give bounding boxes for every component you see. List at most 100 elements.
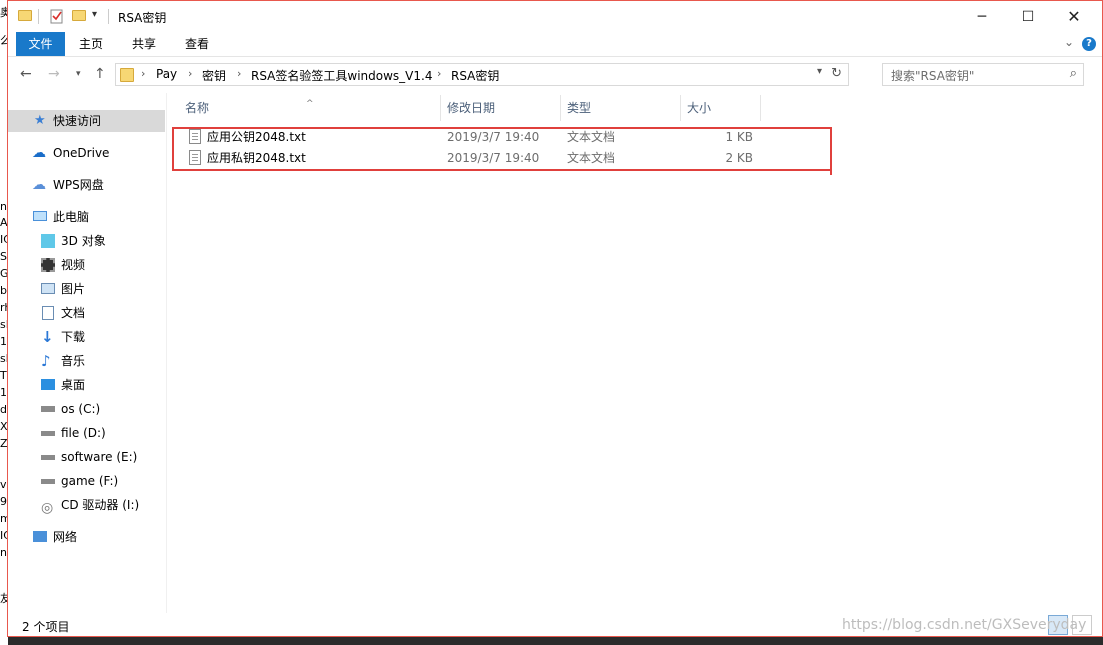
cd-icon: ◎: [41, 500, 54, 516]
chevron-down-icon[interactable]: ⌄: [1064, 35, 1074, 49]
file-list: ^ 名称 修改日期 类型 大小 应用公钥2048.txt 2019/3/7 19…: [168, 93, 1102, 613]
refresh-icon[interactable]: ↻: [831, 66, 842, 81]
nav-desktop[interactable]: 桌面: [8, 374, 165, 396]
column-header-size[interactable]: 大小: [681, 95, 761, 121]
file-name: 应用公钥2048.txt: [207, 130, 306, 144]
divider: [38, 9, 39, 24]
film-icon: [41, 258, 55, 272]
nav-drive-c[interactable]: os (C:): [8, 398, 165, 420]
chevron-right-icon: ›: [437, 67, 442, 80]
breadcrumb-rsa-keys[interactable]: RSA密钥: [451, 67, 499, 84]
properties-icon[interactable]: [50, 9, 64, 24]
breadcrumb-pay[interactable]: Pay: [156, 67, 177, 81]
file-name: 应用私钥2048.txt: [207, 151, 306, 165]
maximize-button[interactable]: ☐: [1005, 1, 1051, 32]
nav-label: 此电脑: [53, 210, 90, 224]
address-bar[interactable]: › Pay › 密钥 › RSA签名验签工具windows_V1.4 › RSA…: [115, 63, 849, 86]
nav-label: 文档: [61, 306, 86, 320]
file-type: 文本文档: [567, 151, 616, 165]
nav-label: CD 驱动器 (I:): [61, 498, 140, 512]
background-char: 9: [0, 495, 7, 508]
nav-this-pc[interactable]: 此电脑: [8, 206, 165, 228]
ribbon: 文件 主页 共享 查看 ⌄ ?: [8, 32, 1102, 57]
nav-label: 快速访问: [53, 114, 102, 128]
column-label: 名称: [185, 101, 210, 115]
nav-downloads[interactable]: ↓ 下载: [8, 326, 165, 348]
nav-onedrive[interactable]: ☁ OneDrive: [8, 142, 165, 164]
close-button[interactable]: ✕: [1051, 1, 1097, 32]
nav-quick-access[interactable]: ★ 快速访问: [8, 110, 165, 132]
sort-up-icon: ^: [306, 99, 314, 109]
nav-pictures[interactable]: 图片: [8, 278, 165, 300]
nav-drive-f[interactable]: game (F:): [8, 470, 165, 492]
background-char: d: [0, 403, 7, 416]
nav-cd-drive[interactable]: ◎ CD 驱动器 (I:): [8, 494, 165, 516]
music-icon: ♪: [41, 352, 51, 370]
customize-quick-access-icon[interactable]: ▾: [92, 9, 106, 23]
desktop-icon: [41, 379, 55, 390]
tab-share[interactable]: 共享: [124, 32, 164, 56]
chevron-right-icon: ›: [188, 67, 193, 80]
chevron-right-icon: ›: [237, 67, 242, 80]
column-header-name[interactable]: ^ 名称: [168, 95, 441, 121]
tab-view[interactable]: 查看: [177, 32, 217, 56]
nav-label: 图片: [61, 282, 86, 296]
folder-icon: [18, 10, 32, 21]
drive-icon: [41, 406, 55, 412]
column-header-modified[interactable]: 修改日期: [441, 95, 561, 121]
nav-wps[interactable]: ☁ WPS网盘: [8, 174, 165, 196]
nav-label: 音乐: [61, 354, 86, 368]
column-label: 类型: [567, 101, 592, 115]
search-icon: ⌕: [1069, 66, 1077, 81]
file-modified: 2019/3/7 19:40: [447, 151, 540, 165]
breadcrumb-keys[interactable]: 密钥: [202, 67, 226, 84]
table-row[interactable]: 应用公钥2048.txt 2019/3/7 19:40 文本文档 1 KB: [185, 127, 785, 148]
cloud-drive-icon: ☁: [32, 177, 46, 193]
drive-icon: [41, 479, 55, 484]
nav-network[interactable]: 网络: [8, 526, 165, 548]
divider: [108, 9, 109, 24]
chevron-down-icon[interactable]: ▾: [817, 66, 822, 77]
minimize-button[interactable]: ─: [959, 1, 1005, 32]
file-type: 文本文档: [567, 130, 616, 144]
nav-3d-objects[interactable]: 3D 对象: [8, 230, 165, 252]
tab-file[interactable]: 文件: [16, 32, 65, 56]
nav-label: game (F:): [61, 474, 119, 488]
folder-icon: [120, 68, 134, 82]
nav-label: WPS网盘: [53, 178, 104, 192]
breadcrumb-rsa-tool[interactable]: RSA签名验签工具windows_V1.4: [251, 67, 432, 84]
nav-label: 桌面: [61, 378, 86, 392]
up-icon[interactable]: ↑: [94, 66, 106, 82]
nav-videos[interactable]: 视频: [8, 254, 165, 276]
column-header-type[interactable]: 类型: [561, 95, 681, 121]
file-size: 1 KB: [725, 130, 753, 144]
back-icon[interactable]: ←: [20, 66, 32, 82]
forward-icon[interactable]: →: [48, 66, 60, 82]
table-row[interactable]: 应用私钥2048.txt 2019/3/7 19:40 文本文档 2 KB: [185, 148, 785, 169]
search-box[interactable]: 搜索"RSA密钥" ⌕: [882, 63, 1084, 86]
navigation-bar: ← → ▾ ↑ › Pay › 密钥 › RSA签名验签工具windows_V1…: [8, 57, 1102, 93]
item-count: 2 个项目: [22, 620, 70, 634]
picture-icon: [41, 283, 55, 294]
nav-music[interactable]: ♪ 音乐: [8, 350, 165, 372]
help-icon[interactable]: ?: [1082, 37, 1096, 51]
document-icon: [42, 306, 54, 320]
nav-drive-d[interactable]: file (D:): [8, 422, 165, 444]
background-char: 1: [0, 386, 7, 399]
nav-documents[interactable]: 文档: [8, 302, 165, 324]
network-icon: [33, 531, 47, 542]
recent-locations-icon[interactable]: ▾: [76, 69, 81, 79]
explorer-window: ▾ RSA密钥 ─ ☐ ✕ 文件 主页 共享 查看 ⌄ ? ← → ▾ ↑ › …: [7, 0, 1103, 637]
nav-drive-e[interactable]: software (E:): [8, 446, 165, 468]
title-bar: ▾ RSA密钥 ─ ☐ ✕: [8, 1, 1102, 32]
tab-home[interactable]: 主页: [71, 32, 111, 56]
new-folder-icon[interactable]: [72, 10, 86, 21]
nav-label: 3D 对象: [61, 234, 106, 248]
search-input[interactable]: 搜索"RSA密钥": [891, 67, 974, 84]
column-label: 大小: [687, 101, 712, 115]
text-file-icon: [189, 150, 201, 165]
chevron-right-icon: ›: [141, 67, 146, 80]
nav-label: OneDrive: [53, 146, 110, 160]
window-title: RSA密钥: [118, 11, 167, 25]
cube-icon: [41, 234, 55, 248]
